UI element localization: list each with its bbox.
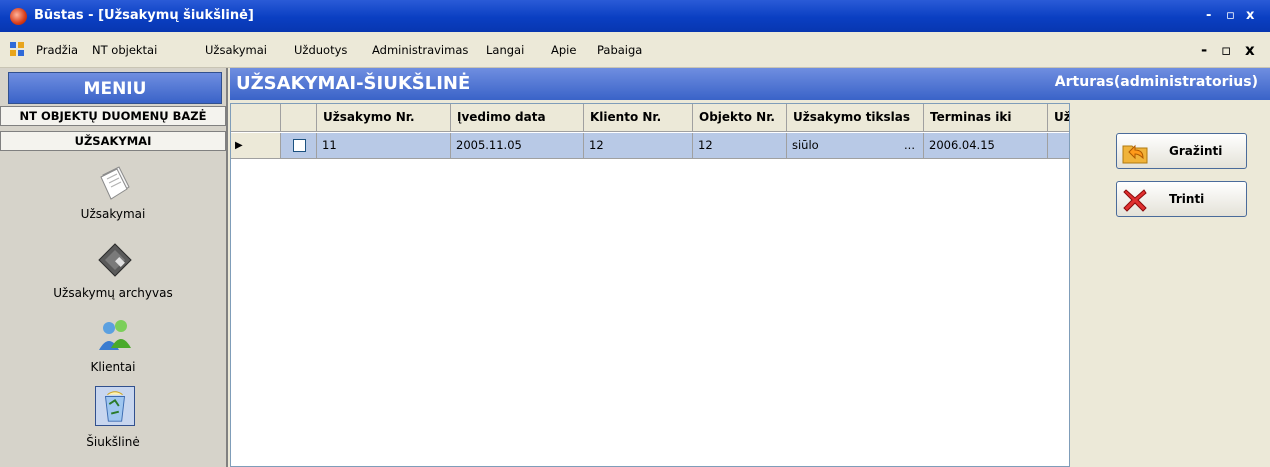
menu-langai[interactable]: Langai xyxy=(486,43,524,57)
page-title: UŽSAKYMAI-ŠIUKŠLINĖ xyxy=(236,73,471,94)
delete-button[interactable]: Trinti xyxy=(1116,181,1247,217)
recycle-bin-icon xyxy=(95,386,135,426)
sidebar: MENIU NT OBJEKTŲ DUOMENŲ BAZĖ UŽSAKYMAI … xyxy=(0,68,228,467)
current-user: Arturas(administratorius) xyxy=(1054,74,1258,90)
cell-uzsakymo-tikslas-text: siūlo xyxy=(792,138,819,152)
cell-uzsakymo-tikslas[interactable]: siūlo ... xyxy=(787,133,924,158)
column-header-uzsakymo-tikslas[interactable]: Užsakymo tikslas xyxy=(787,104,924,131)
sidebar-header: MENIU xyxy=(8,72,222,104)
column-header-kliento-nr[interactable]: Kliento Nr. xyxy=(584,104,693,131)
users-icon xyxy=(99,320,131,350)
mdi-minimize-button[interactable]: - xyxy=(1201,41,1207,59)
close-button[interactable]: x xyxy=(1246,8,1254,23)
grid-header: Užsakymo Nr. Įvedimo data Kliento Nr. Ob… xyxy=(231,104,1069,132)
menu-nt-objektai[interactable]: NT objektai xyxy=(92,43,157,57)
window-titlebar: Būstas - [Užsakymų šiukšlinė] - ▫ x xyxy=(0,0,1270,32)
sidebar-item-archyvas[interactable]: Užsakymų archyvas xyxy=(0,240,226,306)
column-header-terminas-iki[interactable]: Terminas iki xyxy=(924,104,1048,131)
mdi-child-icon xyxy=(10,42,25,57)
restore-folder-icon xyxy=(1122,144,1148,164)
cell-ivedimo-data[interactable]: 2005.11.05 xyxy=(451,133,584,158)
row-checkbox[interactable] xyxy=(293,139,306,152)
sidebar-item-label: Šiukšlinė xyxy=(86,435,140,449)
maximize-button[interactable]: ▫ xyxy=(1226,8,1235,23)
cell-terminas-iki[interactable]: 2006.04.15 xyxy=(924,133,1048,158)
app-icon xyxy=(10,8,27,25)
sidebar-item-siuksline[interactable]: Šiukšlinė xyxy=(0,386,226,456)
menu-uzduotys[interactable]: Užduotys xyxy=(294,43,347,57)
minimize-button[interactable]: - xyxy=(1206,8,1211,23)
column-header-uzsakymo-nr[interactable]: Užsakymo Nr. xyxy=(317,104,451,131)
column-header-truncated[interactable]: Už xyxy=(1048,104,1069,131)
section-uzsakymai[interactable]: UŽSAKYMAI xyxy=(0,131,226,151)
archive-disk-icon xyxy=(98,243,132,277)
section-nt-objektu-duomenu-baze[interactable]: NT OBJEKTŲ DUOMENŲ BAZĖ xyxy=(0,106,226,126)
restore-button[interactable]: Gražinti xyxy=(1116,133,1247,169)
action-panel: Gražinti Trinti xyxy=(1070,103,1270,467)
sidebar-item-label: Klientai xyxy=(90,360,136,374)
menu-apie[interactable]: Apie xyxy=(551,43,576,57)
cell-kliento-nr[interactable]: 12 xyxy=(584,133,693,158)
column-header-objekto-nr[interactable]: Objekto Nr. xyxy=(693,104,787,131)
column-header-row-indicator xyxy=(231,104,281,131)
row-select-cell[interactable] xyxy=(281,133,317,158)
delete-x-icon xyxy=(1123,189,1147,212)
mdi-close-button[interactable]: x xyxy=(1245,41,1255,59)
delete-button-label: Trinti xyxy=(1169,192,1205,206)
menu-pabaiga[interactable]: Pabaiga xyxy=(597,43,642,57)
menu-pradzia[interactable]: Pradžia xyxy=(36,43,78,57)
document-icon xyxy=(100,166,130,200)
menu-uzsakymai[interactable]: Užsakymai xyxy=(205,43,267,57)
sidebar-item-klientai[interactable]: Klientai xyxy=(0,316,226,378)
orders-trash-grid[interactable]: Užsakymo Nr. Įvedimo data Kliento Nr. Ob… xyxy=(230,103,1070,467)
sidebar-item-uzsakymai[interactable]: Užsakymai xyxy=(0,163,226,233)
ellipsis-button[interactable]: ... xyxy=(904,133,915,158)
menubar: Pradžia NT objektai Užsakymai Užduotys A… xyxy=(0,32,1270,68)
menu-administravimas[interactable]: Administravimas xyxy=(372,43,468,57)
mdi-restore-button[interactable]: ▫ xyxy=(1221,41,1231,59)
content-header: UŽSAKYMAI-ŠIUKŠLINĖ Arturas(administrato… xyxy=(230,68,1270,100)
column-header-ivedimo-data[interactable]: Įvedimo data xyxy=(451,104,584,131)
table-row[interactable]: ▶ 11 2005.11.05 12 12 siūlo ... 2006.04.… xyxy=(231,133,1069,159)
cell-objekto-nr[interactable]: 12 xyxy=(693,133,787,158)
column-header-select[interactable] xyxy=(281,104,317,131)
sidebar-item-label: Užsakymai xyxy=(80,207,146,221)
window-title: Būstas - [Užsakymų šiukšlinė] xyxy=(34,8,254,23)
cell-uzsakymo-nr[interactable]: 11 xyxy=(317,133,451,158)
cell-truncated[interactable] xyxy=(1048,133,1069,158)
sidebar-item-label: Užsakymų archyvas xyxy=(53,286,173,300)
row-indicator: ▶ xyxy=(231,133,281,158)
restore-button-label: Gražinti xyxy=(1169,144,1223,158)
